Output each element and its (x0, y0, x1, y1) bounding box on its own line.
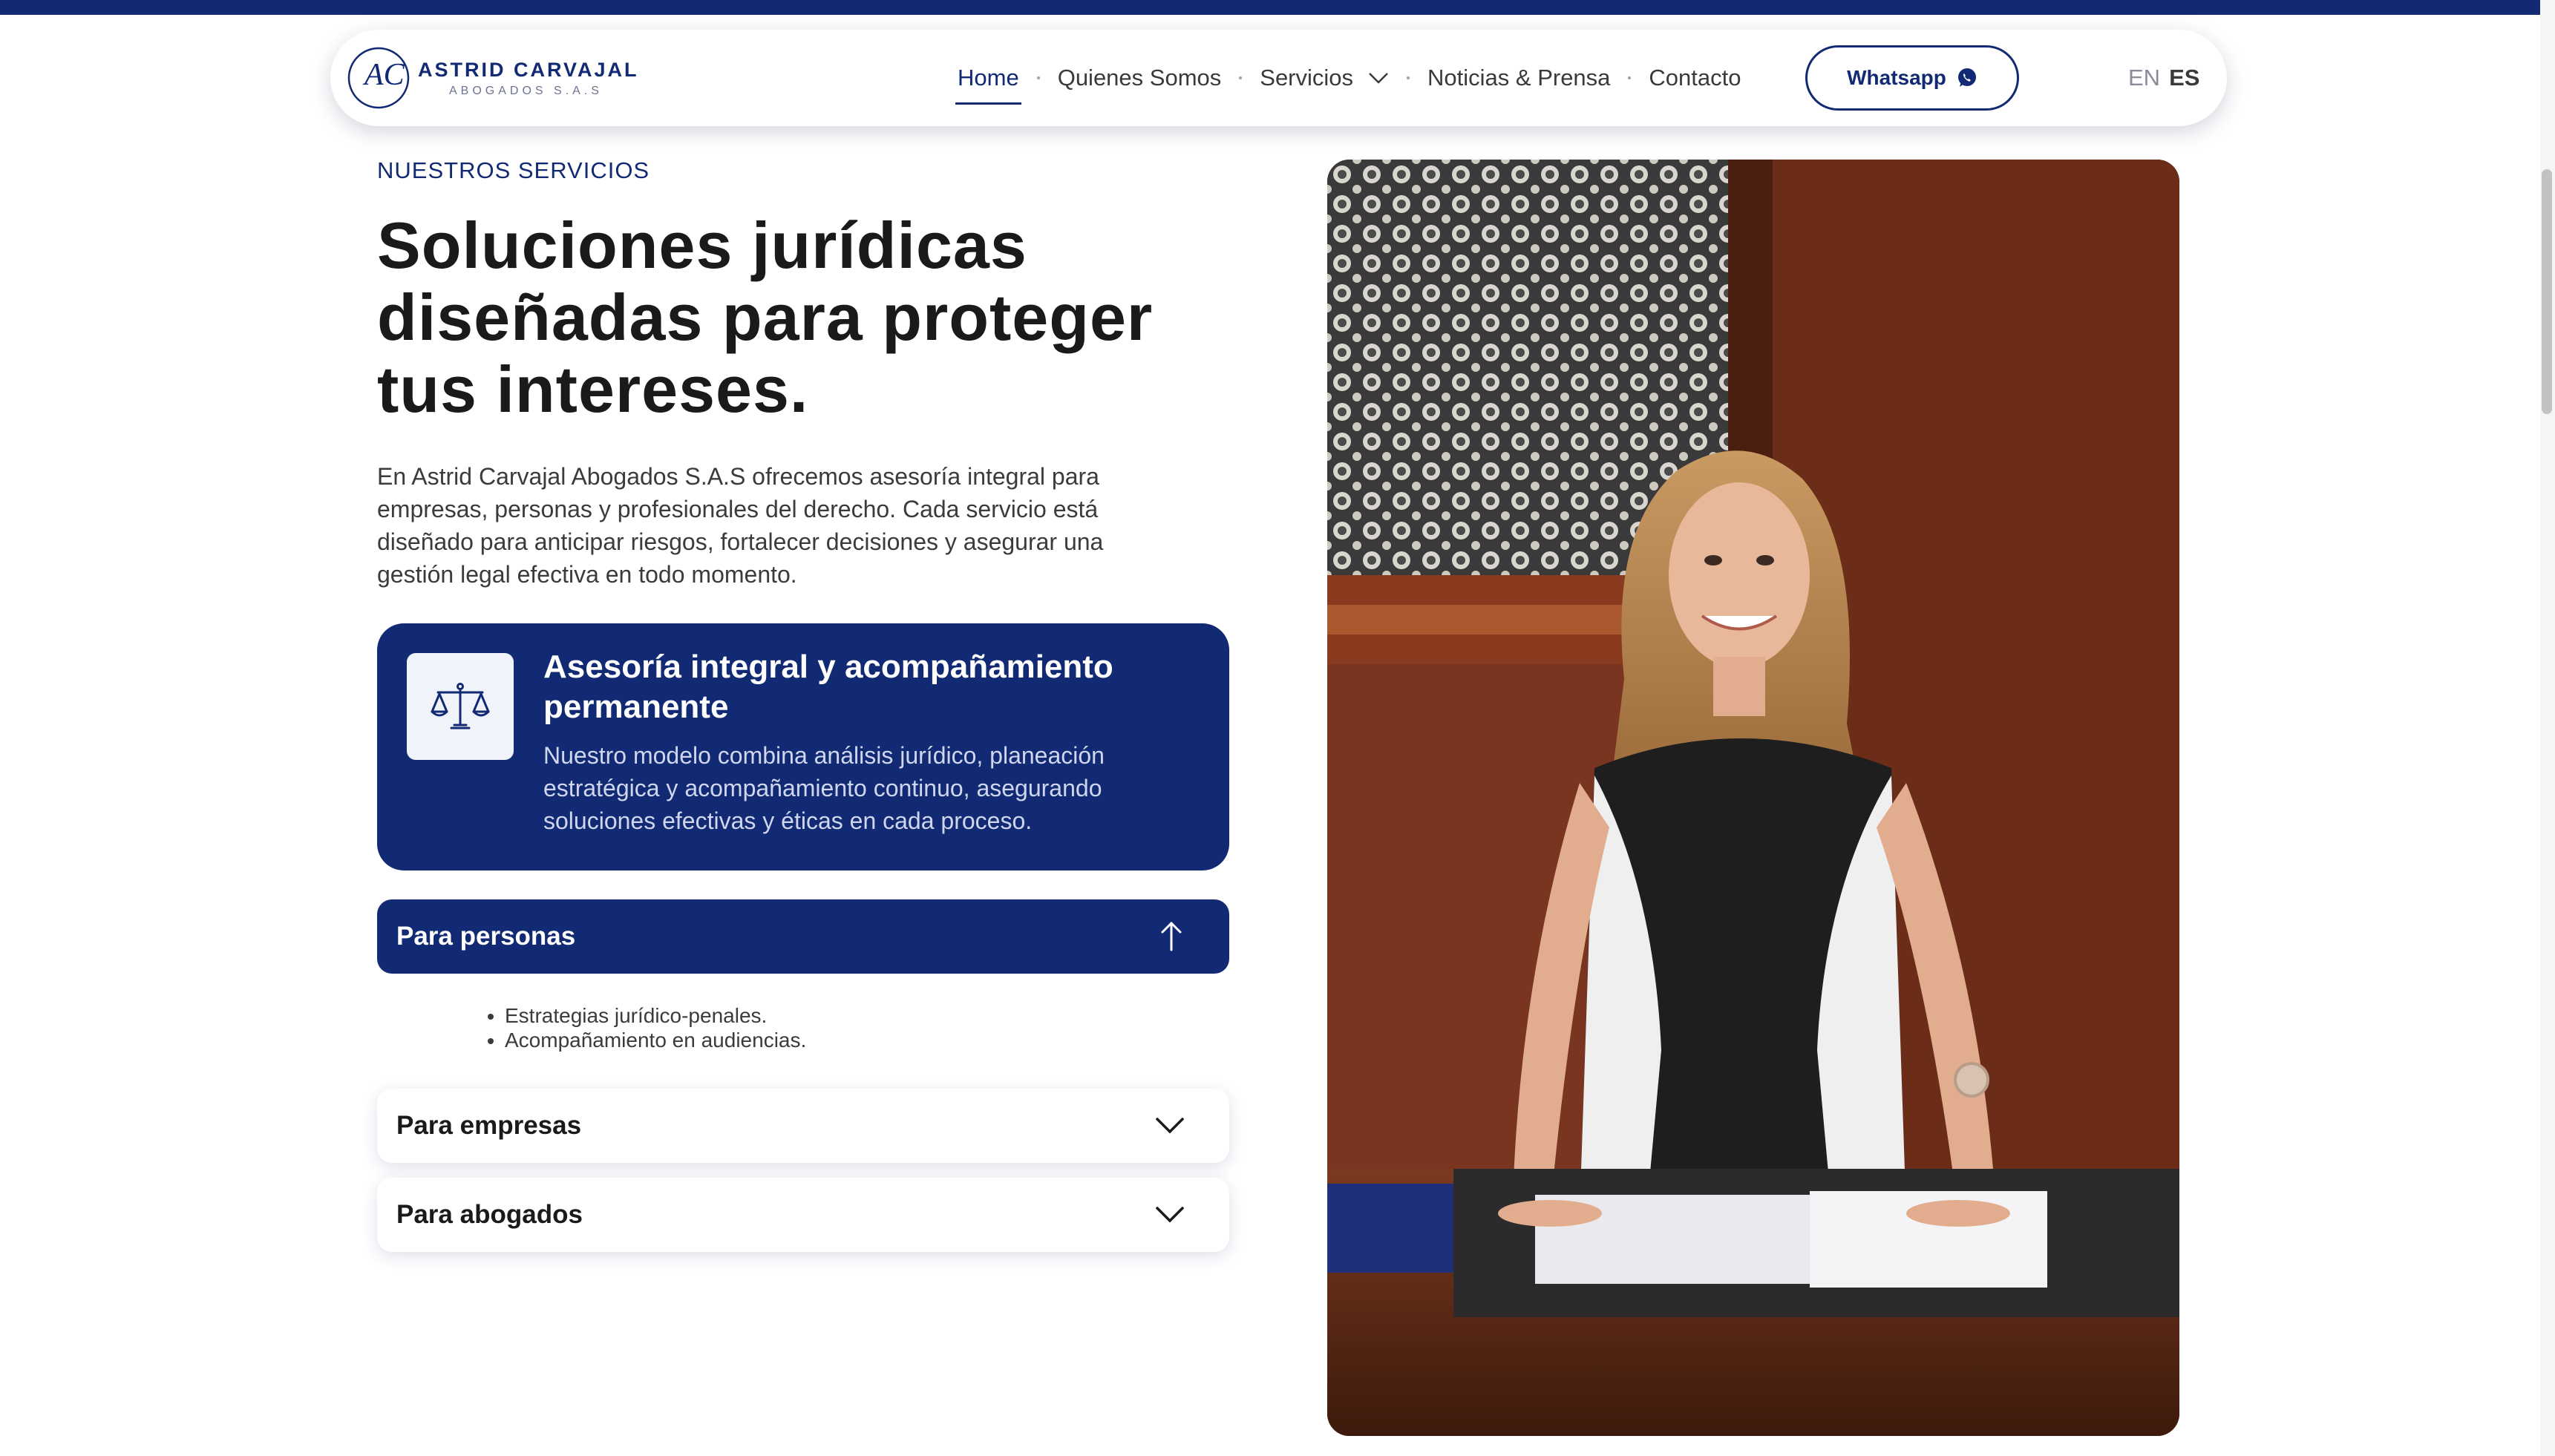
main-nav: Home Quienes Somos Servicios Noticias & … (955, 30, 1741, 126)
chevron-down-icon (1369, 73, 1388, 84)
logo-mark-icon: AC (347, 47, 410, 109)
feature-title: Asesoría integral y acompañamiento perma… (543, 647, 1197, 727)
accordion-para-empresas[interactable]: Para empresas (377, 1089, 1229, 1163)
language-switcher: EN ES (2128, 30, 2199, 126)
list-item: Estrategias jurídico-penales. (505, 1003, 806, 1028)
nav-separator (1239, 76, 1243, 79)
scrollbar-thumb[interactable] (2542, 169, 2552, 414)
nav-separator (1628, 76, 1632, 79)
intro-line: gestión legal efectiva en todo momento. (377, 561, 797, 588)
accordion-para-personas[interactable]: Para personas (377, 899, 1229, 974)
brand-logo[interactable]: AC ASTRID CARVAJAL ABOGADOS S.A.S (347, 45, 639, 111)
logo-text: ASTRID CARVAJAL ABOGADOS S.A.S (418, 59, 639, 98)
arrow-up-icon (1161, 921, 1182, 951)
section-headline: Soluciones jurídicas diseñadas para prot… (377, 209, 1268, 425)
whatsapp-icon (1957, 68, 1976, 87)
feature-text-line: soluciones efectivas y éticas en cada pr… (543, 807, 1033, 834)
headline-line: diseñadas para proteger (377, 281, 1154, 354)
feature-text-line: estratégica y acompañamiento continuo, a… (543, 775, 1102, 801)
nav-quienes-somos[interactable]: Quienes Somos (1058, 65, 1222, 91)
lang-en-link[interactable]: EN (2128, 65, 2160, 91)
intro-line: En Astrid Carvajal Abogados S.A.S ofrece… (377, 463, 1099, 490)
accordion-label: Para personas (396, 922, 576, 951)
accordion-label: Para empresas (396, 1111, 582, 1140)
feature-title-line: Asesoría integral y acompañamiento (543, 649, 1113, 685)
accordion-para-personas-list: Estrategias jurídico-penales. Acompañami… (475, 1003, 806, 1052)
accordion-label: Para abogados (396, 1200, 583, 1229)
nav-servicios[interactable]: Servicios (1260, 65, 1389, 91)
nav-contacto[interactable]: Contacto (1649, 65, 1741, 91)
lawyer-portrait-photo (1327, 160, 2179, 1436)
top-accent-bar (0, 0, 2555, 15)
nav-servicios-label: Servicios (1260, 65, 1354, 91)
whatsapp-label: Whatsapp (1847, 66, 1946, 89)
feature-text-line: Nuestro modelo combina análisis jurídico… (543, 742, 1105, 769)
nav-separator (1407, 76, 1410, 79)
navbar: AC ASTRID CARVAJAL ABOGADOS S.A.S Home Q… (330, 30, 2227, 126)
svg-text:AC: AC (362, 58, 405, 92)
logo-name: ASTRID CARVAJAL (418, 58, 639, 81)
intro-line: empresas, personas y profesionales del d… (377, 496, 1099, 522)
lang-es-link[interactable]: ES (2169, 65, 2199, 91)
whatsapp-button[interactable]: Whatsapp (1805, 45, 2019, 111)
portrait-illustration (1327, 160, 2179, 1436)
scale-icon (431, 683, 490, 729)
list-item: Acompañamiento en audiencias. (505, 1028, 806, 1052)
nav-home[interactable]: Home (955, 65, 1021, 105)
logo-subtitle: ABOGADOS S.A.S (449, 84, 603, 97)
feature-card: Asesoría integral y acompañamiento perma… (377, 623, 1229, 870)
nav-separator (1036, 76, 1040, 79)
nav-noticias-prensa[interactable]: Noticias & Prensa (1427, 65, 1610, 91)
section-eyebrow: NUESTROS SERVICIOS (377, 157, 650, 183)
feature-icon-box (407, 653, 514, 760)
intro-line: diseñado para anticipar riesgos, fortale… (377, 528, 1104, 555)
chevron-down-icon (1156, 1207, 1184, 1223)
accordion-para-abogados[interactable]: Para abogados (377, 1178, 1229, 1252)
headline-line: Soluciones jurídicas (377, 209, 1027, 282)
feature-text: Nuestro modelo combina análisis jurídico… (543, 739, 1197, 837)
headline-line: tus intereses. (377, 352, 809, 426)
feature-title-line: permanente (543, 689, 729, 725)
chevron-down-icon (1156, 1118, 1184, 1134)
section-intro: En Astrid Carvajal Abogados S.A.S ofrece… (377, 460, 1223, 591)
